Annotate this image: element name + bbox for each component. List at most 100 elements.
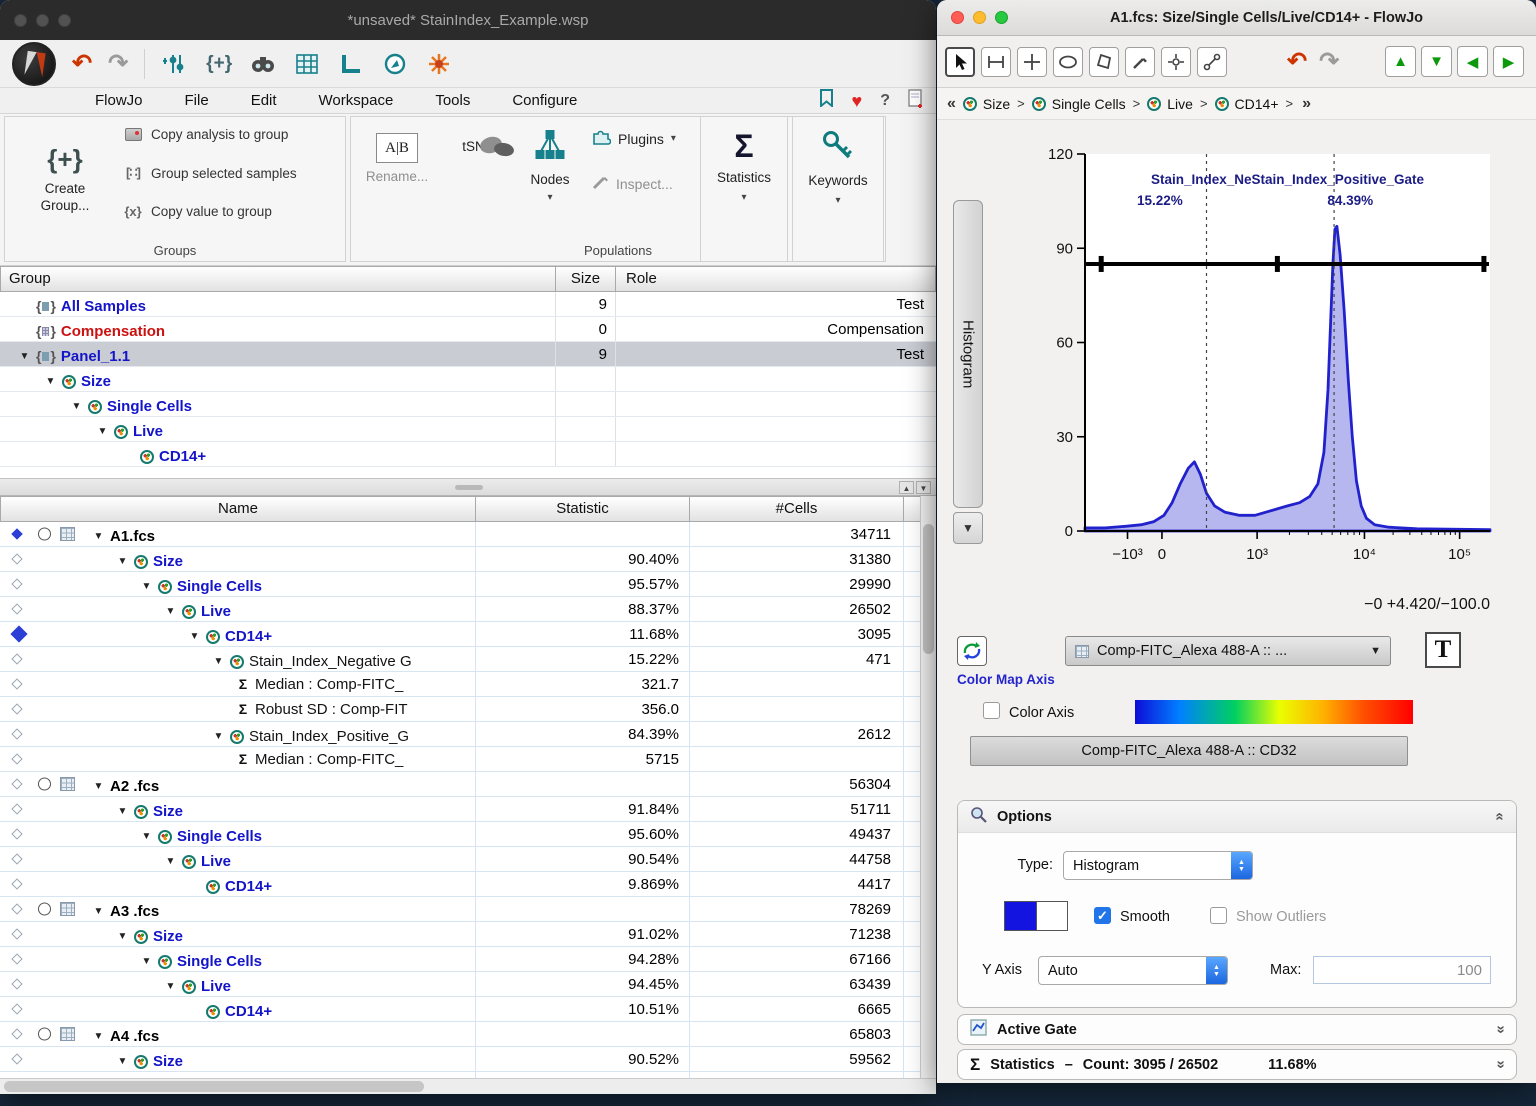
selection-diamond-icon[interactable]	[11, 653, 22, 664]
nav-back-button[interactable]: ◀	[1457, 46, 1488, 77]
sample-table-row[interactable]: ▼CD14+10.51%6665	[0, 997, 936, 1022]
expander-icon[interactable]: ▼	[140, 824, 153, 846]
autogate-tool[interactable]	[1161, 47, 1191, 77]
minimize-button[interactable]	[973, 11, 986, 24]
new-document-icon[interactable]	[908, 89, 924, 113]
nav-forward-button[interactable]: ▶	[1493, 46, 1524, 77]
background-color-swatch[interactable]	[1037, 902, 1068, 930]
groups-table-row[interactable]: ▼Single Cells	[0, 392, 936, 417]
sample-table-row[interactable]: ▼Stain_Index_Positive_G84.39%2612	[0, 722, 936, 747]
sample-table-row[interactable]: ▼Size90.52%59562	[0, 1047, 936, 1072]
y-axis-parameter-button[interactable]: Histogram	[953, 200, 983, 508]
splitter-collapse-down-button[interactable]: ▼	[916, 481, 931, 494]
sample-table-row[interactable]: ▼CD14+9.869%4417	[0, 872, 936, 897]
expander-icon[interactable]: ▼	[92, 899, 105, 921]
show-outliers-checkbox[interactable]	[1210, 907, 1227, 924]
expander-icon[interactable]: ▼	[164, 974, 177, 996]
sample-table-row[interactable]: ▼A4 .fcs65803	[0, 1022, 936, 1047]
breadcrumb-item-cd14+[interactable]: CD14+	[1215, 96, 1279, 112]
selection-diamond-icon[interactable]	[11, 828, 22, 839]
layout-grid-icon[interactable]	[60, 527, 75, 541]
sample-table-row[interactable]: ΣRobust SD : Comp-FIT356.0	[0, 697, 936, 722]
active-gate-panel[interactable]: Active Gate «	[957, 1014, 1517, 1045]
undo-icon[interactable]: ↶	[72, 52, 92, 76]
create-group-braces-icon[interactable]: {+}	[205, 50, 233, 78]
smooth-checkbox[interactable]: ✓	[1094, 907, 1111, 924]
statistics-button[interactable]: Σ Statistics ▾	[701, 117, 787, 261]
sample-table-row[interactable]: ▼Size91.02%71238	[0, 922, 936, 947]
horizontal-scrollbar[interactable]	[0, 1078, 936, 1094]
histogram-plot[interactable]: 0306090120−10³010³10⁴10⁵ Stain_Index_NeS…	[1032, 140, 1507, 585]
groups-table-row[interactable]: ▼{}Panel_1.19Test	[0, 342, 936, 367]
groups-table-row[interactable]: ▼Size	[0, 367, 936, 392]
copy-value-to-group-button[interactable]: {x} Copy value to group	[123, 204, 297, 219]
menu-tab-workspace[interactable]: Workspace	[319, 92, 394, 109]
groups-table-row[interactable]: ▼CD14+	[0, 442, 936, 467]
fill-color-swatch[interactable]	[1005, 902, 1037, 930]
sample-table-row[interactable]: ▼Live94.45%63439	[0, 972, 936, 997]
type-select-stepper-icon[interactable]: ▲▼	[1231, 852, 1252, 879]
options-panel-header[interactable]: Options «	[958, 801, 1516, 833]
expander-icon[interactable]: ▼	[116, 549, 129, 571]
expander-icon[interactable]: ▼	[116, 1049, 129, 1071]
scrollbar-thumb[interactable]	[923, 524, 934, 654]
sample-table-row[interactable]: ▼Single Cells95.57%29990	[0, 572, 936, 597]
breadcrumb-item-single-cells[interactable]: Single Cells	[1032, 96, 1126, 112]
bookmark-icon[interactable]	[819, 89, 834, 112]
column-header-size[interactable]: Size	[556, 266, 616, 292]
expander-icon[interactable]: ▼	[116, 924, 129, 946]
groups-table-row[interactable]: ▼{}Compensation0Compensation	[0, 317, 936, 342]
pane-splitter[interactable]: ▲ ▼	[0, 478, 936, 496]
sample-table-row[interactable]: ▼A3 .fcs78269	[0, 897, 936, 922]
sample-table-row[interactable]: ▼Single Cells94.28%67166	[0, 947, 936, 972]
expander-icon[interactable]: ▼	[18, 344, 31, 366]
workspace-titlebar[interactable]: *unsaved* StainIndex_Example.wsp	[0, 0, 936, 40]
expander-icon[interactable]: ▼	[92, 1024, 105, 1046]
graph-titlebar[interactable]: A1.fcs: Size/Single Cells/Live/CD14+ - F…	[937, 0, 1536, 36]
selection-diamond-icon[interactable]	[11, 978, 22, 989]
graph-icon[interactable]	[337, 50, 365, 78]
radio-icon[interactable]	[38, 528, 51, 541]
sample-table-row[interactable]: ▼Live88.37%26502	[0, 597, 936, 622]
flowjo-logo-icon[interactable]	[12, 42, 56, 86]
close-button[interactable]	[951, 11, 964, 24]
nav-down-button[interactable]: ▼	[1421, 46, 1452, 77]
layout-grid-icon[interactable]	[60, 1027, 75, 1041]
layout-grid-icon[interactable]	[60, 902, 75, 916]
expander-icon[interactable]: ▼	[70, 394, 83, 416]
sample-table-row[interactable]: ▼A1.fcs34711	[0, 522, 936, 547]
expander-icon[interactable]: ▼	[212, 649, 225, 671]
redo-icon[interactable]: ↷	[1319, 47, 1339, 76]
rename-button[interactable]: A|B Rename...	[359, 133, 435, 184]
column-header-cells[interactable]: #Cells	[690, 496, 904, 522]
selection-diamond-icon[interactable]	[11, 903, 22, 914]
binoculars-icon[interactable]	[249, 50, 277, 78]
column-header-group[interactable]: Group	[0, 266, 556, 292]
tether-gate-tool[interactable]	[1197, 47, 1227, 77]
breadcrumb-item-size[interactable]: Size	[963, 96, 1010, 112]
polygon-gate-tool[interactable]	[1089, 47, 1119, 77]
favorites-heart-icon[interactable]: ♥	[852, 92, 863, 110]
breadcrumb-end-icon[interactable]: »	[1302, 95, 1311, 113]
expander-icon[interactable]: ▼	[164, 599, 177, 621]
expander-icon[interactable]: ▼	[188, 624, 201, 646]
ellipse-gate-tool[interactable]	[1053, 47, 1083, 77]
selection-diamond-icon[interactable]	[11, 1028, 22, 1039]
selection-diamond-icon[interactable]	[11, 603, 22, 614]
expander-icon[interactable]: ▼	[140, 949, 153, 971]
y-axis-dropdown-button[interactable]: ▼	[953, 512, 983, 544]
type-select[interactable]: Histogram ▲▼	[1063, 851, 1253, 880]
redo-icon[interactable]: ↷	[108, 52, 128, 76]
max-input[interactable]	[1313, 956, 1491, 984]
radio-icon[interactable]	[38, 778, 51, 791]
selection-diamond-icon[interactable]	[11, 1003, 22, 1014]
sample-table-row[interactable]: ΣMedian : Comp-FITC_5715	[0, 747, 936, 772]
range-gate-tool[interactable]	[981, 47, 1011, 77]
breadcrumb-start-icon[interactable]: «	[947, 95, 956, 113]
add-sliders-icon[interactable]	[161, 50, 189, 78]
selection-diamond-icon[interactable]	[11, 853, 22, 864]
select-cursor-tool[interactable]	[945, 47, 975, 77]
sample-table-row[interactable]: ▼A2 .fcs56304	[0, 772, 936, 797]
column-header-name[interactable]: Name	[0, 496, 476, 522]
radio-icon[interactable]	[38, 903, 51, 916]
